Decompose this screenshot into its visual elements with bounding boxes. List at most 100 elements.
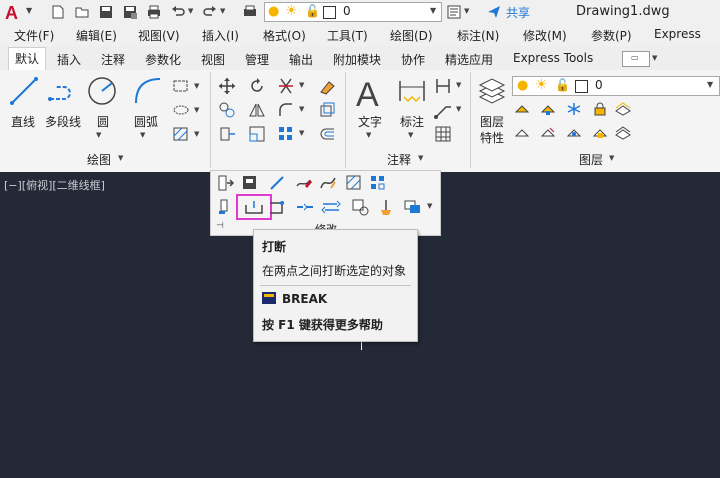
join-icon[interactable] (268, 198, 288, 216)
move-icon[interactable] (218, 77, 236, 95)
layer-unisolate-icon[interactable] (540, 126, 556, 140)
tab-default[interactable]: 默认 (8, 47, 47, 70)
layer-properties-icon[interactable] (476, 75, 508, 107)
change-space-icon[interactable] (217, 174, 235, 192)
annotation-panel-title[interactable]: 注释 (387, 151, 411, 168)
draw-panel-title[interactable]: 绘图 (87, 151, 111, 168)
pin-icon[interactable]: ⊣ (216, 221, 224, 231)
menu-file[interactable]: 文件(F) (14, 27, 54, 44)
layer-unlock-icon[interactable] (592, 126, 608, 140)
plot-icon[interactable] (242, 4, 258, 20)
tab-express-tools[interactable]: Express Tools (513, 51, 593, 65)
arc-icon[interactable] (132, 75, 164, 107)
tab-insert[interactable]: 插入 (57, 51, 81, 68)
layer-on-icon[interactable] (514, 126, 530, 140)
edit-hatch-icon[interactable] (345, 174, 363, 192)
leader-dropdown-icon[interactable]: ▼ (456, 105, 461, 113)
app-menu-chevron-icon[interactable]: ▼ (26, 6, 32, 15)
layer-isolate-icon[interactable] (540, 102, 556, 116)
layer-lock-toggle-icon[interactable] (592, 102, 608, 116)
workspace-dropdown-icon[interactable]: ▼ (464, 7, 469, 15)
explode-icon[interactable] (318, 101, 336, 119)
menu-insert[interactable]: 插入(I) (202, 27, 239, 44)
undo-icon[interactable] (170, 4, 186, 20)
undo-dropdown-icon[interactable]: ▼ (188, 7, 193, 15)
save-icon[interactable] (98, 4, 114, 20)
rectangle-icon[interactable] (172, 78, 190, 94)
rotate-icon[interactable] (248, 77, 266, 95)
tab-manage[interactable]: 管理 (245, 51, 269, 68)
tab-addins[interactable]: 附加模块 (333, 51, 381, 68)
dimension-label[interactable]: 标注 (400, 113, 424, 130)
edit-array-icon[interactable] (369, 174, 387, 192)
erase-icon[interactable] (318, 77, 336, 95)
leader-icon[interactable] (434, 101, 452, 119)
workspace-icon[interactable] (446, 4, 462, 20)
draw-order-icon[interactable] (403, 198, 423, 216)
layer-properties-label-2[interactable]: 特性 (480, 129, 504, 146)
layer-combo[interactable]: ● ☀ 🔓 0 ▼ (512, 76, 720, 96)
rectangle-dropdown-icon[interactable]: ▼ (194, 82, 199, 90)
menu-dimension[interactable]: 标注(N) (457, 27, 499, 44)
edit-polyline-icon[interactable] (295, 174, 313, 192)
line-label[interactable]: 直线 (11, 113, 35, 130)
mirror-icon[interactable] (248, 101, 266, 119)
line-icon[interactable] (8, 75, 40, 107)
menu-edit[interactable]: 编辑(E) (76, 27, 117, 44)
dimension-dropdown-icon[interactable]: ▼ (408, 131, 413, 139)
save-as-icon[interactable] (122, 4, 138, 20)
table-icon[interactable] (434, 125, 452, 143)
array-dropdown-icon[interactable]: ▼ (299, 129, 304, 137)
overkill-icon[interactable] (351, 198, 371, 216)
polyline-label[interactable]: 多段线 (45, 113, 81, 130)
share-button[interactable]: 共享 (506, 4, 530, 21)
ribbon-minimize-button[interactable]: ▭ (622, 51, 650, 67)
ellipse-dropdown-icon[interactable]: ▼ (194, 106, 199, 114)
draw-order-dropdown-icon[interactable]: ▼ (427, 202, 432, 210)
fillet-icon[interactable] (277, 101, 295, 119)
circle-label[interactable]: 圆 (97, 113, 109, 130)
layer-match-icon[interactable] (614, 102, 632, 116)
layer-properties-label-1[interactable]: 图层 (480, 113, 504, 130)
break-at-point-flat-icon[interactable] (295, 198, 315, 216)
draw-panel-expand-icon[interactable]: ▼ (118, 154, 123, 162)
open-file-icon[interactable] (74, 4, 90, 20)
tab-annotate[interactable]: 注释 (101, 51, 125, 68)
menu-draw[interactable]: 绘图(D) (390, 27, 433, 44)
share-icon[interactable] (486, 4, 502, 20)
viewport-controls[interactable]: [−][俯视][二维线框] (4, 177, 105, 193)
layers-panel-expand-icon[interactable]: ▼ (609, 154, 614, 162)
layer-freeze-icon[interactable] (566, 102, 582, 116)
new-file-icon[interactable] (50, 4, 66, 20)
linear-dim-dropdown-icon[interactable]: ▼ (456, 81, 461, 89)
copy-icon[interactable] (218, 101, 236, 119)
stretch-icon[interactable] (218, 125, 236, 143)
layer-state-icon[interactable] (614, 126, 632, 140)
tab-output[interactable]: 输出 (289, 51, 313, 68)
text-icon[interactable]: A (354, 75, 386, 111)
layer-thaw-icon[interactable] (566, 126, 582, 140)
tab-collaborate[interactable]: 协作 (401, 51, 425, 68)
trim-icon[interactable] (277, 77, 295, 95)
edit-spline-icon[interactable] (319, 174, 337, 192)
annotation-panel-expand-icon[interactable]: ▼ (418, 154, 423, 162)
linear-dim-icon[interactable] (434, 77, 452, 95)
redo-icon[interactable] (202, 4, 218, 20)
ribbon-options-chevron-icon[interactable]: ▼ (652, 54, 657, 62)
print-icon[interactable] (146, 4, 162, 20)
tab-parametric[interactable]: 参数化 (145, 51, 181, 68)
trim-dropdown-icon[interactable]: ▼ (299, 81, 304, 89)
layer-dropdown[interactable]: ● ☀ 🔓 0 ▼ (264, 2, 442, 22)
layers-panel-title[interactable]: 图层 (579, 151, 603, 168)
circle-icon[interactable] (86, 75, 118, 107)
offset-icon[interactable] (318, 125, 336, 143)
circle-dropdown-icon[interactable]: ▼ (96, 131, 101, 139)
lengthen-icon[interactable] (268, 174, 286, 192)
polyline-icon[interactable] (46, 75, 80, 107)
array-icon[interactable] (277, 125, 295, 143)
arc-label[interactable]: 圆弧 (134, 113, 158, 130)
hatch-options-icon[interactable]: ▼ (194, 130, 199, 138)
app-logo-icon[interactable]: A (4, 3, 22, 21)
fillet-dropdown-icon[interactable]: ▼ (299, 105, 304, 113)
menu-express[interactable]: Express (654, 27, 701, 41)
